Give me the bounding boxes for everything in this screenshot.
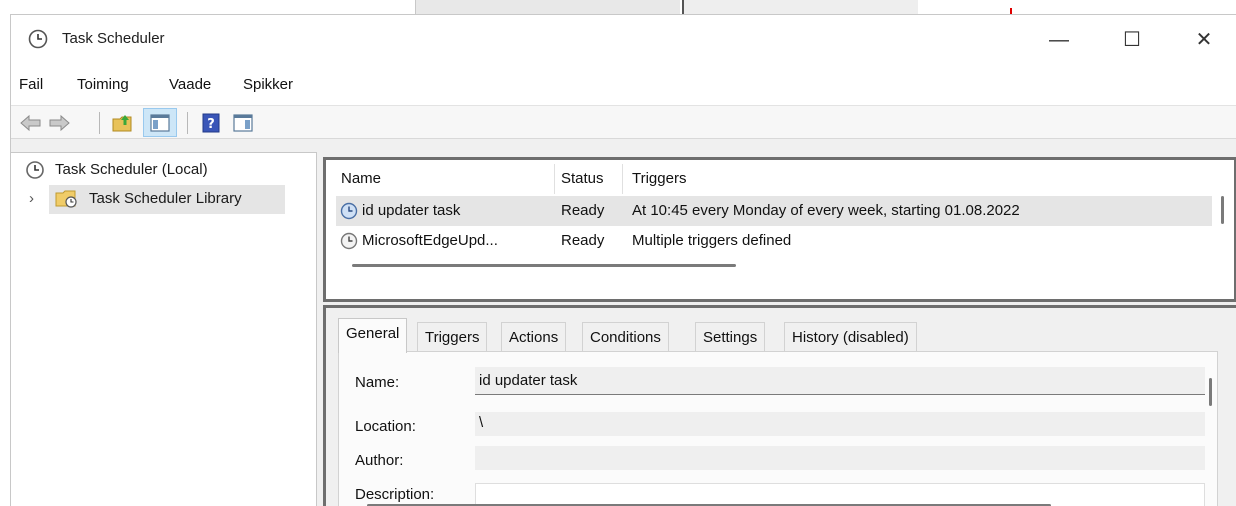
column-divider[interactable] bbox=[622, 164, 623, 194]
tree-item-label: Task Scheduler (Local) bbox=[55, 161, 208, 178]
task-triggers: At 10:45 every Monday of every week, sta… bbox=[632, 202, 1020, 219]
folder-clock-icon bbox=[55, 190, 77, 208]
column-header-status[interactable]: Status bbox=[561, 170, 604, 187]
svg-text:?: ? bbox=[207, 117, 215, 132]
task-clock-icon bbox=[340, 202, 358, 220]
show-hide-action-pane-icon[interactable] bbox=[231, 111, 255, 135]
task-status: Ready bbox=[561, 202, 605, 219]
tree-item-label: Task Scheduler Library bbox=[89, 190, 242, 207]
column-divider[interactable] bbox=[554, 164, 555, 194]
background-window-edge bbox=[415, 0, 680, 14]
tab-conditions[interactable]: Conditions bbox=[582, 322, 669, 352]
description-label: Description: bbox=[355, 486, 435, 503]
back-arrow-icon[interactable] bbox=[19, 111, 43, 135]
clock-icon bbox=[28, 29, 48, 49]
description-field[interactable] bbox=[475, 483, 1205, 506]
expand-chevron-icon[interactable]: › bbox=[29, 190, 34, 207]
tab-general[interactable]: General bbox=[338, 318, 408, 353]
window-title: Task Scheduler bbox=[62, 30, 165, 47]
task-list-vertical-scrollbar[interactable] bbox=[1221, 196, 1224, 224]
column-header-name[interactable]: Name bbox=[341, 170, 381, 187]
forward-arrow-icon[interactable] bbox=[47, 111, 71, 135]
tab-settings[interactable]: Settings bbox=[695, 322, 766, 352]
toolbar-separator-2 bbox=[187, 112, 188, 134]
task-details: General Triggers Actions Conditions Sett… bbox=[323, 305, 1236, 506]
close-button[interactable]: ✕ bbox=[1181, 23, 1227, 57]
toolbar-separator bbox=[99, 112, 100, 134]
task-scheduler-window: Task Scheduler — ☐ ✕ Fail Toiming Vaade … bbox=[10, 14, 1236, 506]
title-bar[interactable]: Task Scheduler — ☐ ✕ bbox=[11, 15, 1236, 67]
column-header-triggers[interactable]: Triggers bbox=[632, 170, 686, 187]
location-value: \ bbox=[479, 414, 484, 431]
name-value: id updater task bbox=[479, 372, 578, 389]
tab-history[interactable]: History (disabled) bbox=[784, 322, 917, 352]
table-row[interactable]: MicrosoftEdgeUpd... Ready Multiple trigg… bbox=[336, 226, 1212, 256]
show-hide-console-tree-icon[interactable] bbox=[148, 111, 172, 135]
task-list-header: Name Status Triggers bbox=[326, 160, 1234, 194]
task-name: id updater task bbox=[362, 202, 461, 219]
menu-help[interactable]: Spikker bbox=[243, 76, 293, 93]
task-triggers: Multiple triggers defined bbox=[632, 232, 792, 249]
task-list: Name Status Triggers id updater task Rea… bbox=[323, 157, 1236, 302]
table-row[interactable]: id updater task Ready At 10:45 every Mon… bbox=[336, 196, 1212, 226]
minimize-button[interactable]: — bbox=[1036, 23, 1082, 57]
console-tree: Task Scheduler (Local) › Task Scheduler … bbox=[11, 152, 317, 506]
name-field[interactable]: id updater task bbox=[475, 367, 1205, 395]
general-tab-panel: Name: id updater task Location: \ Author… bbox=[338, 351, 1218, 506]
tab-triggers[interactable]: Triggers bbox=[417, 322, 488, 352]
name-label: Name: bbox=[355, 374, 400, 391]
tab-actions[interactable]: Actions bbox=[501, 322, 567, 352]
toolbar: ? bbox=[11, 105, 1236, 139]
author-label: Author: bbox=[355, 452, 404, 469]
menu-action[interactable]: Toiming bbox=[77, 76, 129, 93]
location-field[interactable]: \ bbox=[475, 412, 1205, 436]
menu-view[interactable]: Vaade bbox=[169, 76, 211, 93]
author-field[interactable] bbox=[475, 446, 1205, 470]
main-pane: Name Status Triggers id updater task Rea… bbox=[317, 152, 1236, 506]
task-list-horizontal-scrollbar[interactable] bbox=[352, 264, 736, 267]
up-folder-icon[interactable] bbox=[111, 111, 135, 135]
details-vertical-scrollbar[interactable] bbox=[1209, 378, 1212, 406]
menu-file[interactable]: Fail bbox=[19, 76, 43, 93]
help-icon[interactable]: ? bbox=[199, 111, 223, 135]
maximize-button[interactable]: ☐ bbox=[1109, 23, 1155, 57]
task-clock-icon bbox=[340, 232, 358, 250]
tree-item-task-scheduler-library[interactable]: Task Scheduler Library bbox=[49, 185, 285, 214]
clock-icon bbox=[26, 161, 44, 179]
background-window-edge-2 bbox=[682, 0, 918, 14]
menu-bar: Fail Toiming Vaade Spikker bbox=[11, 67, 1236, 105]
location-label: Location: bbox=[355, 418, 416, 435]
task-status: Ready bbox=[561, 232, 605, 249]
task-name: MicrosoftEdgeUpd... bbox=[362, 232, 498, 249]
